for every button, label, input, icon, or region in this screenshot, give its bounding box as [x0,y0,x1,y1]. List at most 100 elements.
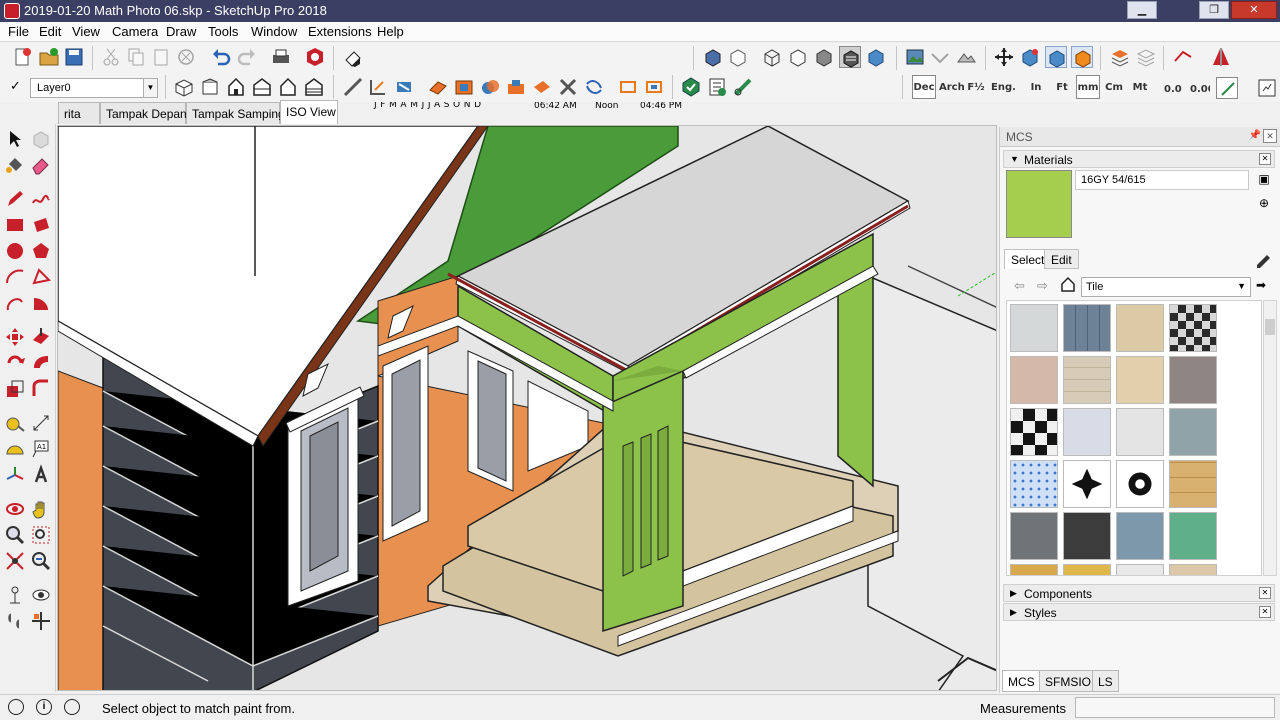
photo-texture-icon[interactable] [904,46,926,68]
info-icon[interactable]: i [36,699,52,715]
hidden-line-icon[interactable] [787,46,809,68]
iso-view-icon[interactable] [173,76,195,98]
walk-icon[interactable] [4,610,26,632]
display-secondary-icon[interactable]: ▣ [1256,172,1272,188]
line-tool-icon[interactable] [342,76,364,98]
unit-inches-button[interactable]: In [1024,75,1048,99]
unit-engineering-button[interactable]: Eng. [990,75,1016,99]
close-icon[interactable]: ✕ [1259,606,1271,618]
solid-inspector-icon[interactable] [680,76,702,98]
erase-icon[interactable] [175,46,197,68]
back-view-icon[interactable] [277,76,299,98]
unit-decimal-button[interactable]: Dec [912,75,936,99]
split-icon[interactable] [557,76,579,98]
close-button[interactable]: ✕ [1231,1,1277,19]
menu-extensions[interactable]: Extensions [308,24,372,39]
menu-camera[interactable]: Camera [112,24,158,39]
union-icon[interactable] [505,76,527,98]
copy-icon[interactable] [125,46,147,68]
tile-swatch[interactable] [1010,408,1058,456]
create-material-icon[interactable]: ⊕ [1256,196,1272,212]
push-pull-tool-icon[interactable] [30,326,52,348]
orbit-icon[interactable] [4,498,26,520]
details-arrow-icon[interactable]: ➡ [1256,278,1274,294]
wireframe-icon[interactable] [761,46,783,68]
tile-swatch[interactable] [1010,512,1058,560]
dimension-icon[interactable] [367,76,389,98]
scale-icon[interactable] [4,378,26,400]
back-edges-icon[interactable] [727,46,749,68]
cut-icon[interactable] [100,46,122,68]
outer-shell-icon[interactable] [643,76,665,98]
zoom-icon[interactable] [4,524,26,546]
maximize-button[interactable]: ❐ [1199,1,1229,19]
tab-tampak-samping[interactable]: Tampak Samping [186,102,285,124]
tray-tab-sfmsio[interactable]: SFMSIO [1039,670,1098,692]
tab-edit[interactable]: Edit [1044,249,1079,269]
top-view-icon[interactable] [199,76,221,98]
three-d-text-icon[interactable] [30,464,52,486]
shadows-toggle-icon[interactable] [342,46,364,68]
tile-swatch[interactable] [1169,356,1217,404]
unit-toggle-icon[interactable] [1256,77,1278,99]
tab-iso-view[interactable]: ISO View [280,100,338,124]
new-icon[interactable] [12,46,34,68]
menu-edit[interactable]: Edit [39,24,61,39]
layers-icon[interactable] [1109,46,1131,68]
tile-swatch[interactable] [1169,304,1217,352]
tile-swatch[interactable] [1116,356,1164,404]
material-name-field[interactable]: 16GY 54/615 [1075,170,1249,190]
home-icon[interactable] [1060,276,1076,292]
shaded-icon[interactable] [813,46,835,68]
pencil-icon[interactable] [4,188,26,210]
close-icon[interactable]: ✕ [1259,587,1271,599]
tile-swatch[interactable] [1116,408,1164,456]
tile-swatch[interactable] [1169,564,1217,575]
two-point-arc-icon[interactable] [30,266,52,288]
close-icon[interactable]: ✕ [1259,153,1271,165]
menu-tools[interactable]: Tools [208,24,238,39]
close-icon[interactable]: ✕ [1263,129,1277,143]
tile-swatch[interactable] [1116,304,1164,352]
tile-swatch[interactable] [1116,512,1164,560]
tray-tab-ls[interactable]: LS [1092,670,1119,692]
layer-select[interactable]: Layer0 ▼ [30,78,158,98]
polygon-icon[interactable] [30,240,52,262]
select-arrow-icon[interactable] [4,128,26,150]
position-camera-icon[interactable] [4,584,26,606]
pan-hand-icon[interactable] [30,498,52,520]
unit-millimeter-button[interactable]: mm [1076,75,1100,99]
unit-fdiv-icon[interactable]: 0.0 [1162,77,1184,99]
section-cut-icon[interactable] [1019,46,1041,68]
tile-swatch[interactable] [1169,408,1217,456]
save-icon[interactable] [63,46,85,68]
eraser-icon[interactable] [30,154,52,176]
previous-view-icon[interactable] [30,550,52,572]
tape-measure-icon[interactable] [4,412,26,434]
offset-icon[interactable] [453,76,475,98]
rotated-rectangle-icon[interactable] [30,214,52,236]
tab-rita[interactable]: rita [58,102,100,124]
collection-select[interactable]: Tile ▼ [1081,277,1251,297]
tile-swatch[interactable] [1010,564,1058,575]
entity-info-icon[interactable] [706,76,728,98]
pin-icon[interactable]: 📌 [1249,130,1261,141]
make-component-icon[interactable] [30,128,52,150]
tray-tab-mcs[interactable]: MCS [1002,670,1041,692]
three-point-arc-icon[interactable] [4,292,26,314]
tile-swatch[interactable] [1063,512,1111,560]
circle-icon[interactable] [4,240,26,262]
layers-stack-icon[interactable] [1135,46,1157,68]
tile-swatch[interactable] [1116,564,1164,575]
zoom-window-icon[interactable] [30,524,52,546]
minimize-button[interactable]: ▁ [1127,1,1157,19]
geo-location-status-icon[interactable] [8,699,24,715]
unit-precision-icon[interactable]: 0.00 [1188,77,1215,99]
mirror-icon[interactable] [1210,46,1232,68]
components-panel-header[interactable]: ▶ Components ✕ [1003,584,1275,602]
text-tool-icon[interactable]: A1 [30,438,52,460]
left-view-icon[interactable] [303,76,325,98]
undo-icon[interactable] [210,46,232,68]
monochrome-icon[interactable] [865,46,887,68]
tile-swatch[interactable] [1063,408,1111,456]
